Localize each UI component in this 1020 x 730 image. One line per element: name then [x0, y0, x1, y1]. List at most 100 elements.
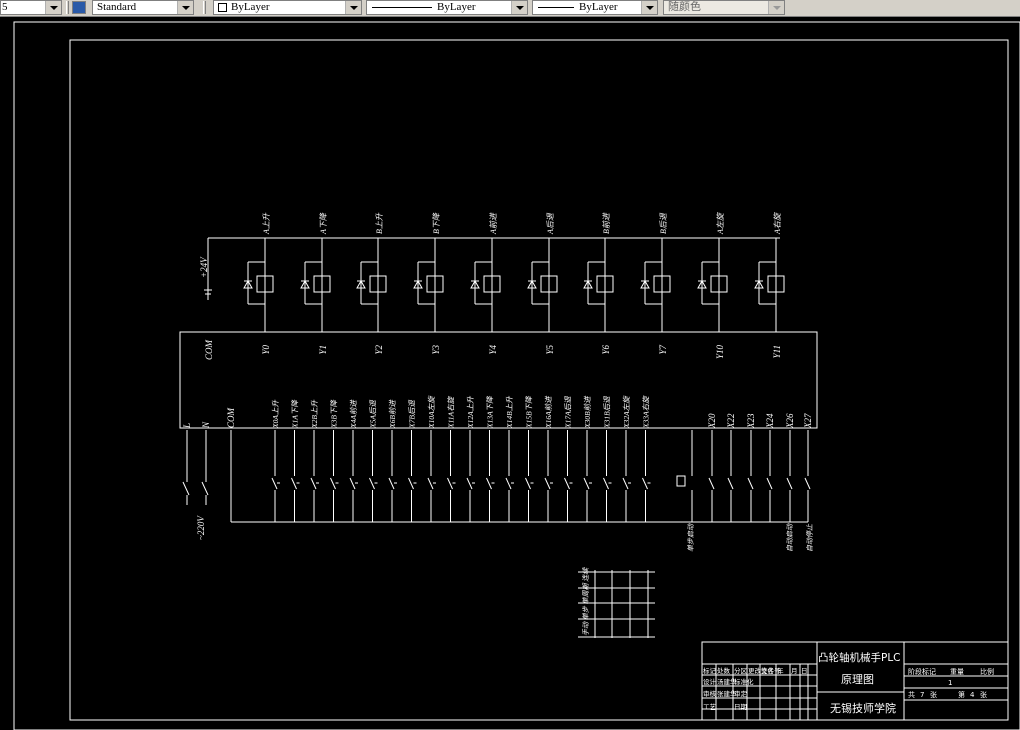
- input-label: X4A前进: [349, 399, 358, 429]
- input-switch: [408, 477, 414, 490]
- input-label: X26: [785, 413, 795, 429]
- input-label: X3B下降: [330, 399, 339, 429]
- input-switch: [786, 477, 793, 490]
- manual-start-label: 单步启动: [687, 523, 695, 552]
- color-value: ByLayer: [231, 1, 270, 13]
- input-switch: [603, 477, 609, 490]
- input-channel: X7B后退: [408, 400, 417, 522]
- n-terminal-label: N: [201, 421, 211, 429]
- output-desc-label: B前进: [602, 212, 611, 234]
- title-block-cell: 审定: [734, 689, 748, 698]
- title-block-cell: 工艺: [703, 703, 717, 711]
- drawing-canvas[interactable]: +24V COM A上升 Y0 A下降 Y1 B上升 Y2 B下降 Y3 A前进 Y4 A后退 Y5 B…: [0, 17, 1020, 730]
- output-channel: B上升 Y2: [356, 212, 387, 355]
- output-desc-label: B下降: [432, 212, 441, 234]
- chevron-down-icon[interactable]: [345, 1, 361, 14]
- input-channel: X26: [785, 413, 795, 522]
- tb-scale-value: 1: [948, 679, 952, 687]
- supply-24v-label: +24V: [199, 256, 209, 278]
- input-channel: X23: [746, 413, 756, 522]
- color-dropdown[interactable]: ByLayer: [213, 0, 362, 15]
- input-label: X0A上升: [271, 400, 280, 429]
- input-switch: [583, 477, 590, 490]
- input-switch: [486, 477, 492, 490]
- chevron-down-icon[interactable]: [177, 1, 193, 14]
- layer-dropdown-value: 5: [2, 1, 8, 13]
- input-switch: [525, 477, 531, 490]
- linetype-dropdown[interactable]: ByLayer: [366, 0, 528, 15]
- output-addr-label: Y11: [772, 345, 782, 358]
- input-label: X20: [707, 413, 717, 429]
- linetype-sample-icon: [372, 7, 432, 8]
- text-style-icon[interactable]: [72, 1, 86, 14]
- input-label: X11A右旋: [447, 395, 456, 429]
- input-channel: X12A上升: [466, 396, 475, 522]
- input-label: X33A右旋: [642, 395, 651, 429]
- tb-stage-mark: 阶段标记: [908, 667, 936, 676]
- output-com-label: COM: [204, 339, 214, 360]
- plotstyle-value: 随颜色: [668, 1, 701, 13]
- output-addr-label: Y0: [261, 345, 271, 355]
- mode-switch-icon: [676, 475, 686, 487]
- layer-dropdown[interactable]: 5: [0, 0, 62, 15]
- title-block-cell: 标记: [703, 666, 717, 675]
- tb-sheet-di: 第: [958, 690, 965, 699]
- plotstyle-dropdown[interactable]: 随颜色: [663, 0, 785, 15]
- chevron-down-icon[interactable]: [511, 1, 527, 14]
- chevron-down-icon: [768, 1, 784, 14]
- input-channel: X22: [726, 413, 736, 522]
- output-desc-label: B上升: [375, 212, 384, 234]
- output-desc-label: A左旋: [716, 211, 725, 235]
- title-block-cell: 分区: [734, 666, 748, 675]
- chevron-down-icon[interactable]: [641, 1, 657, 14]
- lineweight-dropdown[interactable]: ByLayer: [532, 0, 658, 15]
- drawing-subtitle: 原理图: [841, 673, 874, 686]
- input-switch: [447, 477, 453, 490]
- n-switch: [201, 481, 209, 496]
- toolbar-grip[interactable]: [66, 1, 69, 14]
- mode-table: 手动 单步 单周期 连续: [578, 567, 655, 638]
- input-label: X10A左旋: [427, 395, 436, 429]
- title-block-cell: 签名: [761, 666, 774, 675]
- text-style-dropdown[interactable]: Standard: [92, 0, 194, 15]
- input-switch: [330, 477, 336, 490]
- chevron-down-icon[interactable]: [45, 1, 61, 14]
- tb-sheet-zhang: 张: [930, 690, 937, 699]
- input-label: X23: [746, 413, 756, 429]
- input-label: X14B上升: [505, 396, 514, 429]
- input-channel: X4A前进: [349, 399, 358, 522]
- output-desc-label: A右旋: [773, 211, 782, 235]
- title-block-cell: 设计: [703, 677, 717, 686]
- input-switch: [804, 477, 811, 490]
- output-addr-label: Y7: [658, 345, 668, 355]
- lineweight-sample-icon: [538, 7, 574, 8]
- output-channel: A左旋 Y10: [697, 211, 728, 360]
- color-swatch-icon: [218, 3, 227, 12]
- input-label: X6B前进: [388, 399, 397, 429]
- input-label: X13A下降: [486, 395, 495, 429]
- plc-schematic-drawing[interactable]: +24V COM A上升 Y0 A下降 Y1 B上升 Y2 B下降 Y3 A前进 Y4 A后退 Y5 B…: [0, 17, 1020, 730]
- auto-stop-label: 自动停止: [806, 523, 814, 552]
- school-name: 无锡技师学院: [830, 701, 896, 715]
- input-label: X5A后退: [369, 400, 378, 429]
- input-com-label: COM: [226, 407, 236, 428]
- input-switch: [708, 477, 715, 490]
- input-label: X7B后退: [408, 400, 417, 429]
- output-addr-label: Y10: [715, 345, 725, 360]
- input-label: X15B下降: [525, 395, 534, 429]
- input-label: X27: [803, 413, 813, 429]
- input-channel: X30B前进: [583, 395, 592, 522]
- toolbar-grip[interactable]: [203, 1, 206, 14]
- output-desc-label: A后退: [546, 212, 555, 235]
- title-block-cell: 标准化: [734, 677, 754, 686]
- input-label: X12A上升: [466, 396, 475, 429]
- title-block-cell: 审核: [703, 689, 717, 698]
- output-channel: B后退 Y7: [640, 212, 671, 355]
- input-switch: [505, 477, 512, 490]
- output-channels: A上升 Y0 A下降 Y1 B上升 Y2 B下降 Y3 A前进 Y4 A后退 Y5 B前进 Y6 B后退 Y7…: [243, 211, 785, 360]
- input-switch: [388, 477, 395, 490]
- input-switch: [544, 477, 551, 490]
- input-switch: [466, 477, 473, 490]
- input-label: X31B后退: [603, 396, 612, 429]
- tb-sheet-num: 4: [970, 691, 975, 699]
